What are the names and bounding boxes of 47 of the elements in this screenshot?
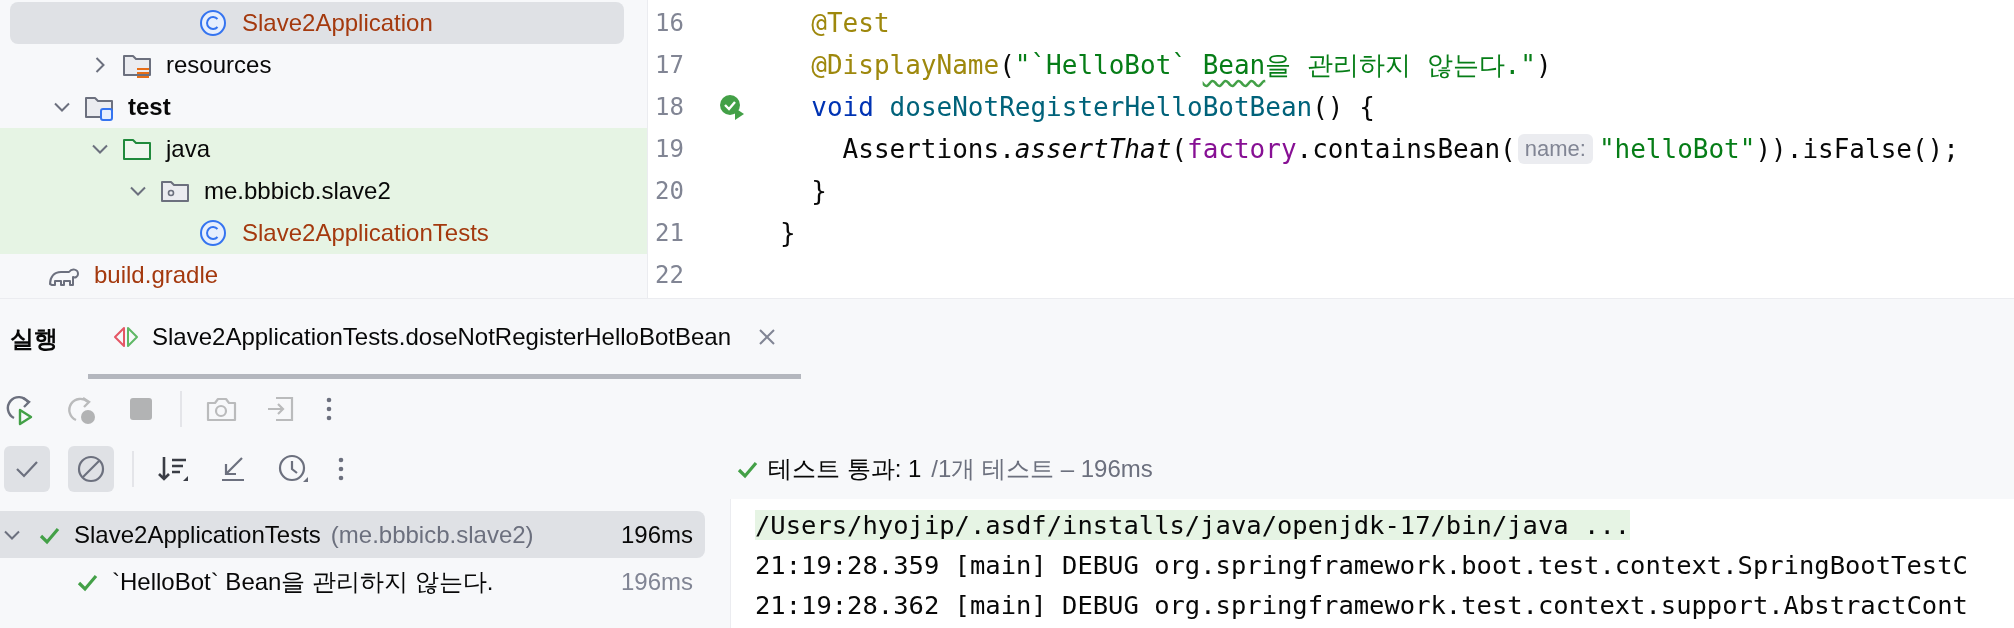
tree-row[interactable]: Slave2Application xyxy=(10,2,624,44)
code-line: Assertions.assertThat(factory.containsBean( xyxy=(842,134,1516,164)
test-row[interactable]: `HelloBot` Bean을 관리하지 않는다. 196ms xyxy=(0,558,705,605)
code-line: @Test xyxy=(811,8,890,38)
package-name: (me.bbbicb.slave2) xyxy=(330,520,534,549)
tree-item-label: me.bbbicb.slave2 xyxy=(204,177,391,205)
line-number: 19 xyxy=(654,135,684,163)
console-command: /Users/hyojip/.asdf/installs/java/openjdk-17/bin/java ... xyxy=(755,510,1631,540)
tree-row[interactable]: resources xyxy=(10,44,624,86)
console-line: 21:19:28.359 [main] DEBUG org.springframework.boot.test.context.SpringBootTestC xyxy=(755,550,1968,580)
panel-title: 실행 xyxy=(10,324,59,354)
line-number: 17 xyxy=(654,51,684,79)
line-number: 20 xyxy=(654,177,684,205)
line-number: 22 xyxy=(654,261,684,289)
tree-item-label: java xyxy=(166,135,211,163)
test-summary: 테스트 통과: 1 xyxy=(768,454,922,484)
tree-item-label: Slave2ApplicationTests xyxy=(242,219,489,247)
test-duration: 196ms xyxy=(620,520,693,549)
tree-item-label: build.gradle xyxy=(94,261,219,289)
code-line: "helloBot")).isFalse(); xyxy=(1598,134,1959,164)
test-name: Slave2ApplicationTests xyxy=(74,520,321,549)
show-ignored-button[interactable] xyxy=(68,446,114,492)
code-line: } xyxy=(811,176,827,206)
test-name: `HelloBot` Bean을 관리하지 않는다. xyxy=(112,566,494,597)
tree-item-label: resources xyxy=(166,51,272,79)
class-icon xyxy=(198,218,228,248)
run-tab[interactable]: Slave2ApplicationTests.doseNotRegisterHelloBotBean xyxy=(88,299,801,379)
code-line: void doseNotRegisterHelloBotBean() { xyxy=(811,92,1375,122)
test-duration: 196ms xyxy=(620,567,693,596)
code-line: } xyxy=(780,218,796,248)
ban-icon xyxy=(76,454,106,484)
test-row[interactable]: Slave2ApplicationTests (me.bbbicb.slave2) 196ms xyxy=(0,511,705,558)
tree-item-label: test xyxy=(128,93,171,121)
code-line: @DisplayName("`HelloBot` Bean을 관리하지 않는다.") xyxy=(811,48,1552,82)
tree-item-label: Slave2Application xyxy=(242,9,433,37)
test-detail: /1개 테스트 – 196ms xyxy=(931,454,1153,484)
line-number: 21 xyxy=(654,219,684,247)
line-number: 18 xyxy=(654,93,684,121)
parameter-hint: name: xyxy=(1517,134,1593,164)
class-icon xyxy=(198,8,228,38)
close-icon xyxy=(757,326,777,347)
tree-row[interactable]: build.gradle xyxy=(10,254,624,296)
run-passed-icon[interactable] xyxy=(718,93,746,121)
tree-row[interactable]: test xyxy=(10,86,624,128)
line-number: 16 xyxy=(654,9,684,37)
show-passed-button[interactable] xyxy=(4,446,50,492)
console-line: 21:19:28.362 [main] DEBUG org.springframework.test.context.support.AbstractCont xyxy=(755,590,1968,620)
